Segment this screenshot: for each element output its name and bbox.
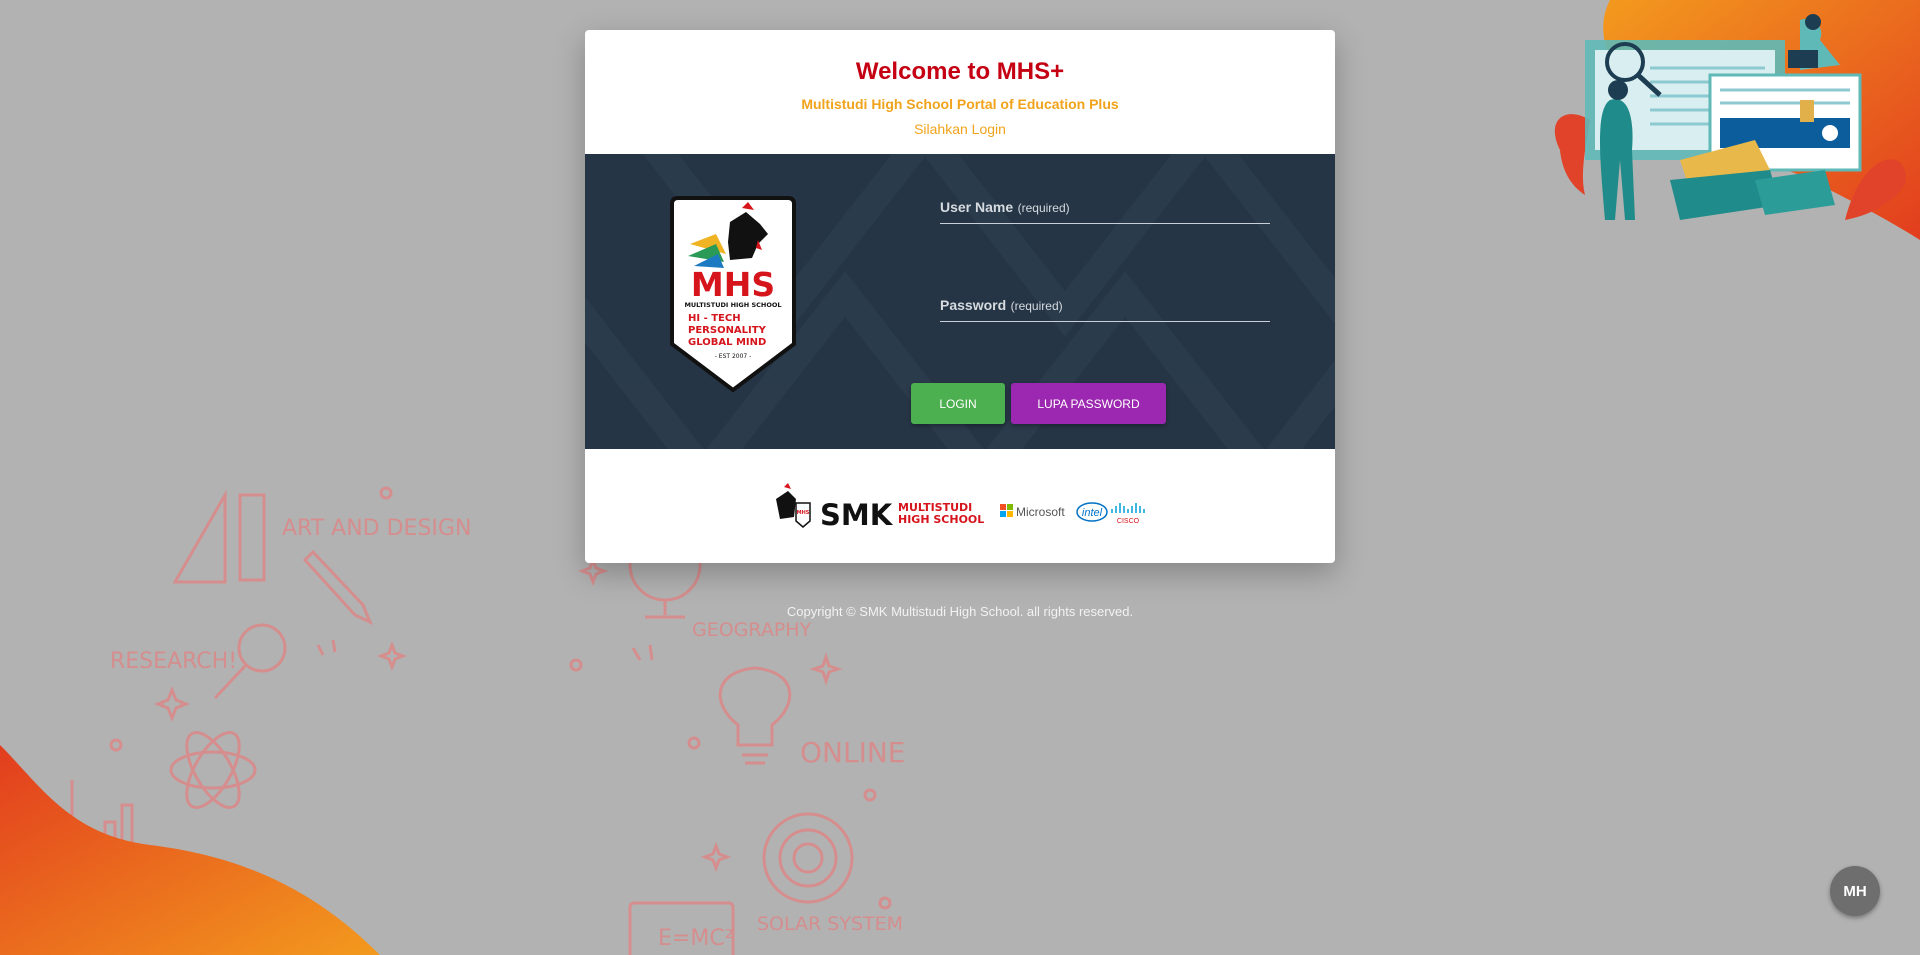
username-field[interactable]: User Name (required) (940, 199, 1270, 225)
orange-wave-decoration (0, 745, 380, 955)
rooster-mascot-icon (776, 491, 796, 519)
online-label: ONLINE (800, 736, 905, 769)
svg-text:MHS: MHS (797, 510, 810, 516)
solar-system-icon (762, 812, 854, 904)
education-illustration (1554, 14, 1906, 220)
portal-subtitle: Multistudi High School Portal of Educati… (801, 96, 1119, 112)
user-avatar[interactable]: MH (1830, 866, 1880, 916)
copyright-text: Copyright © SMK Multistudi High School. … (786, 604, 1134, 619)
cisco-text: CISCO (1117, 518, 1140, 525)
emc2-label: E=MC² (658, 926, 734, 951)
logo-brand-text: MHS (691, 265, 775, 304)
partner-logos: MHS SMK MULTISTUDI HIGH SCHOOL Microsoft… (776, 483, 1145, 531)
high-school-text: HIGH SCHOOL (898, 513, 984, 526)
research-label: RESEARCH! (110, 649, 237, 674)
sparkle-icon (153, 685, 191, 723)
microsoft-text: Microsoft (1016, 505, 1065, 519)
password-input[interactable] (940, 297, 1270, 323)
logo-tagline-3: GLOBAL MIND (688, 337, 766, 348)
logo-tagline-1: HI - TECH (688, 313, 741, 324)
intel-text: intel (1082, 507, 1103, 519)
person-figure (1600, 99, 1635, 220)
welcome-title: Welcome to MHS+ (855, 58, 1065, 85)
cisco-logo-icon (1111, 503, 1145, 513)
microsoft-logo-icon (1000, 504, 1013, 517)
login-card: Welcome to MHS+ Multistudi High School P… (585, 30, 1335, 563)
smk-text: SMK (820, 498, 894, 531)
username-input[interactable] (940, 199, 1270, 225)
logo-est-text: - EST 2007 - (715, 353, 752, 360)
geography-label: GEOGRAPHY (692, 619, 812, 641)
lightbulb-icon (718, 666, 792, 747)
ruler-icon (238, 493, 266, 582)
login-button[interactable]: LOGIN (911, 383, 1005, 424)
password-field[interactable]: Password (required) (940, 297, 1270, 323)
solar-system-label: SOLAR SYSTEM (757, 913, 903, 935)
logo-tagline-2: PERSONALITY (688, 325, 767, 336)
triangle-ruler-icon (172, 489, 227, 584)
logo-school-text: MULTISTUDI HIGH SCHOOL (684, 301, 781, 309)
forgot-password-button[interactable]: LUPA PASSWORD (1011, 383, 1166, 424)
magnifier-icon (237, 623, 287, 673)
card-footer: MHS SMK MULTISTUDI HIGH SCHOOL Microsoft… (585, 449, 1335, 563)
mhs-shield-logo: MHS MULTISTUDI HIGH SCHOOL HI - TECH PER… (670, 196, 796, 393)
login-instruction: Silahkan Login (914, 121, 1006, 137)
card-header: Welcome to MHS+ Multistudi High School P… (585, 30, 1335, 154)
art-and-design-label: ART AND DESIGN (282, 516, 471, 541)
login-panel: MHS MULTISTUDI HIGH SCHOOL HI - TECH PER… (585, 154, 1335, 449)
